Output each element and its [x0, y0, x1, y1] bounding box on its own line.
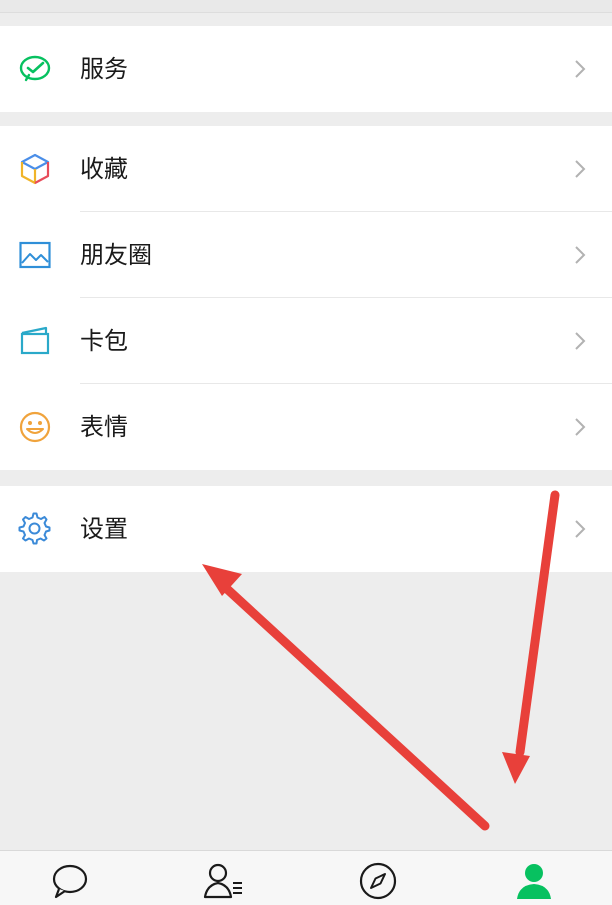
- chevron-right-icon: [575, 160, 586, 178]
- picture-icon: [19, 241, 51, 269]
- settings-group: 设置: [0, 486, 612, 572]
- menu-label-cards: 卡包: [80, 327, 128, 355]
- chevron-right-icon: [575, 520, 586, 538]
- cube-icon: [20, 153, 50, 185]
- menu-item-favorites[interactable]: 收藏: [0, 126, 612, 212]
- menu-item-cards[interactable]: 卡包: [0, 298, 612, 384]
- menu-item-stickers[interactable]: 表情: [0, 384, 612, 470]
- chevron-right-icon: [575, 246, 586, 264]
- chevron-right-icon: [575, 332, 586, 350]
- menu-item-services[interactable]: 服务: [0, 26, 612, 112]
- gear-icon: [18, 512, 51, 545]
- wechat-pay-icon: [19, 55, 51, 82]
- main-group: 收藏 朋友圈 卡包 表情: [0, 126, 612, 470]
- bottom-tab-bar: [0, 850, 612, 905]
- me-icon[interactable]: [514, 861, 554, 901]
- menu-label-services: 服务: [80, 55, 128, 83]
- arrow-to-settings: [202, 564, 490, 831]
- chat-bubble-icon[interactable]: [50, 861, 90, 901]
- menu-item-moments[interactable]: 朋友圈: [0, 212, 612, 298]
- smiley-icon: [19, 411, 51, 443]
- chevron-right-icon: [575, 60, 586, 78]
- menu-label-favorites: 收藏: [80, 155, 128, 183]
- menu-item-settings[interactable]: 设置: [0, 486, 612, 572]
- contacts-icon[interactable]: [203, 861, 243, 901]
- card-wallet-icon: [20, 326, 50, 355]
- menu-label-stickers: 表情: [80, 413, 128, 441]
- menu-label-settings: 设置: [80, 515, 128, 543]
- top-strip: [0, 0, 612, 13]
- menu-label-moments: 朋友圈: [80, 241, 152, 269]
- chevron-right-icon: [575, 418, 586, 436]
- services-group: 服务: [0, 26, 612, 112]
- compass-icon[interactable]: [358, 861, 398, 901]
